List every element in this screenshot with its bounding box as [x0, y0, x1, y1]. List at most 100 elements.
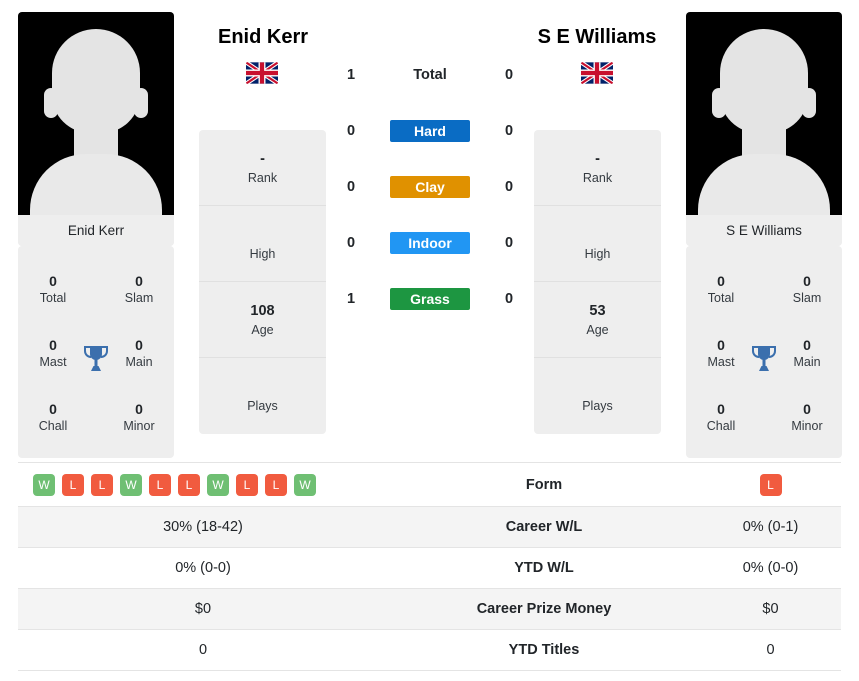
- titles-total-value: 0: [49, 273, 57, 289]
- titles-total-label: Total: [39, 291, 67, 305]
- info-rank-label: Rank: [582, 170, 613, 185]
- silhouette-body-icon: [30, 154, 162, 215]
- table-row-career-prize-money: $0 Career Prize Money $0: [18, 589, 841, 630]
- player-photo-name-left: Enid Kerr: [18, 215, 174, 246]
- uk-flag-icon: [581, 62, 613, 84]
- form-badge[interactable]: L: [62, 473, 84, 496]
- form-badge[interactable]: L: [759, 473, 782, 496]
- silhouette-body-icon: [698, 154, 830, 215]
- titles-chall-value: 0: [49, 401, 57, 417]
- info-high-right: High: [534, 206, 661, 282]
- ytd-titles-left: 0: [198, 642, 208, 658]
- stats-table: WLLWLLWLLW Form L 30% (18-42) Career W/L…: [18, 462, 841, 671]
- titles-card-left: 0 Total 0 Slam 0 Mast 0 Main 0 Chall 0 M…: [18, 246, 174, 458]
- silhouette-ear-right-icon: [134, 88, 148, 118]
- titles-main-left: 0 Main: [108, 336, 170, 371]
- form-badge[interactable]: L: [178, 473, 200, 496]
- form-badge[interactable]: W: [33, 473, 55, 496]
- h2h-grass-right-value: 0: [504, 291, 514, 307]
- info-age-right: 53 Age: [534, 282, 661, 358]
- form-badge[interactable]: W: [207, 473, 229, 496]
- titles-slam-right: 0 Slam: [776, 272, 838, 307]
- info-plays-label: Plays: [582, 399, 613, 413]
- titles-mast-value: 0: [49, 337, 57, 353]
- h2h-grass-left-value: 1: [346, 291, 356, 307]
- ytd-titles-right: 0: [766, 642, 775, 658]
- info-rank-label: Rank: [247, 170, 278, 185]
- form-badge-list-left: WLLWLLWLLW: [18, 473, 388, 496]
- titles-mast-label: Mast: [39, 355, 67, 369]
- table-row-form: WLLWLLWLLW Form L: [18, 463, 841, 507]
- titles-main-value: 0: [803, 337, 811, 353]
- form-badge[interactable]: W: [120, 473, 142, 496]
- form-badge[interactable]: L: [265, 473, 287, 496]
- career-prize-right: $0: [762, 601, 779, 617]
- table-row-label: Career Prize Money: [476, 601, 612, 617]
- titles-slam-label: Slam: [792, 291, 822, 305]
- player-photo-right: [686, 12, 842, 215]
- surface-badge-grass[interactable]: Grass: [390, 288, 470, 310]
- surface-badge-hard[interactable]: Hard: [390, 120, 470, 142]
- info-rank-value: -: [260, 150, 265, 167]
- info-high-label: High: [249, 246, 276, 261]
- form-badge[interactable]: L: [149, 473, 171, 496]
- titles-slam-value: 0: [135, 273, 143, 289]
- titles-main-label: Main: [125, 355, 153, 369]
- player-name-right[interactable]: S E Williams: [497, 26, 697, 49]
- comparison-header-area: Enid Kerr S E Williams 0 Total 0 Slam 0 …: [0, 0, 859, 462]
- form-badge[interactable]: L: [91, 473, 113, 496]
- form-badge[interactable]: W: [294, 473, 316, 496]
- table-row-career-wl: 30% (18-42) Career W/L 0% (0-1): [18, 507, 841, 548]
- h2h-surface-row-hard: 0 Hard 0: [336, 119, 524, 143]
- form-badge[interactable]: L: [236, 473, 258, 496]
- info-high-label: High: [584, 246, 611, 261]
- titles-card-right: 0 Total 0 Slam 0 Mast 0 Main 0 Chall 0 M…: [686, 246, 842, 458]
- titles-slam-value: 0: [803, 273, 811, 289]
- titles-minor-left: 0 Minor: [108, 400, 170, 435]
- info-high-left: High: [199, 206, 326, 282]
- h2h-clay-left-value: 0: [346, 179, 356, 195]
- info-age-value: 53: [589, 302, 606, 319]
- info-plays-left: Plays: [199, 358, 326, 434]
- surface-badge-clay[interactable]: Clay: [390, 176, 470, 198]
- titles-mast-right: 0 Mast: [690, 336, 752, 371]
- table-row-label: Career W/L: [505, 519, 583, 535]
- info-age-label: Age: [586, 322, 609, 337]
- titles-chall-value: 0: [717, 401, 725, 417]
- table-row-ytd-titles: 0 YTD Titles 0: [18, 630, 841, 671]
- surface-badge-indoor[interactable]: Indoor: [390, 232, 470, 254]
- titles-total-value: 0: [717, 273, 725, 289]
- titles-chall-label: Chall: [38, 419, 68, 433]
- info-rank-left: - Rank: [199, 130, 326, 206]
- h2h-hard-right-value: 0: [504, 123, 514, 139]
- silhouette-ear-right-icon: [802, 88, 816, 118]
- titles-minor-right: 0 Minor: [776, 400, 838, 435]
- info-rank-value: -: [595, 150, 600, 167]
- career-wl-right: 0% (0-1): [742, 519, 799, 535]
- titles-minor-label: Minor: [123, 419, 155, 433]
- info-age-value: 108: [250, 302, 275, 319]
- player-photo-card-left[interactable]: Enid Kerr: [18, 12, 174, 246]
- h2h-total-row: 1 Total 0: [336, 63, 524, 87]
- table-row-ytd-wl: 0% (0-0) YTD W/L 0% (0-0): [18, 548, 841, 589]
- h2h-indoor-right-value: 0: [504, 235, 514, 251]
- player-info-card-left: - Rank High 108 Age Plays: [199, 130, 326, 434]
- silhouette-head-icon: [52, 29, 140, 133]
- career-prize-left: $0: [194, 601, 212, 617]
- ytd-wl-left: 0% (0-0): [175, 560, 231, 576]
- form-cell-left: WLLWLLWLLW: [18, 473, 388, 496]
- titles-total-right: 0 Total: [690, 272, 752, 307]
- info-plays-right: Plays: [534, 358, 661, 434]
- titles-slam-label: Slam: [124, 291, 154, 305]
- player-photo-left: [18, 12, 174, 215]
- titles-mast-label: Mast: [707, 355, 735, 369]
- titles-mast-left: 0 Mast: [22, 336, 84, 371]
- titles-total-label: Total: [707, 291, 735, 305]
- titles-minor-label: Minor: [791, 419, 823, 433]
- player-photo-card-right[interactable]: S E Williams: [686, 12, 842, 246]
- player-name-left[interactable]: Enid Kerr: [163, 26, 363, 49]
- titles-chall-right: 0 Chall: [690, 400, 752, 435]
- career-wl-left: 30% (18-42): [163, 519, 243, 535]
- silhouette-ear-left-icon: [44, 88, 58, 118]
- player-info-card-right: - Rank High 53 Age Plays: [534, 130, 661, 434]
